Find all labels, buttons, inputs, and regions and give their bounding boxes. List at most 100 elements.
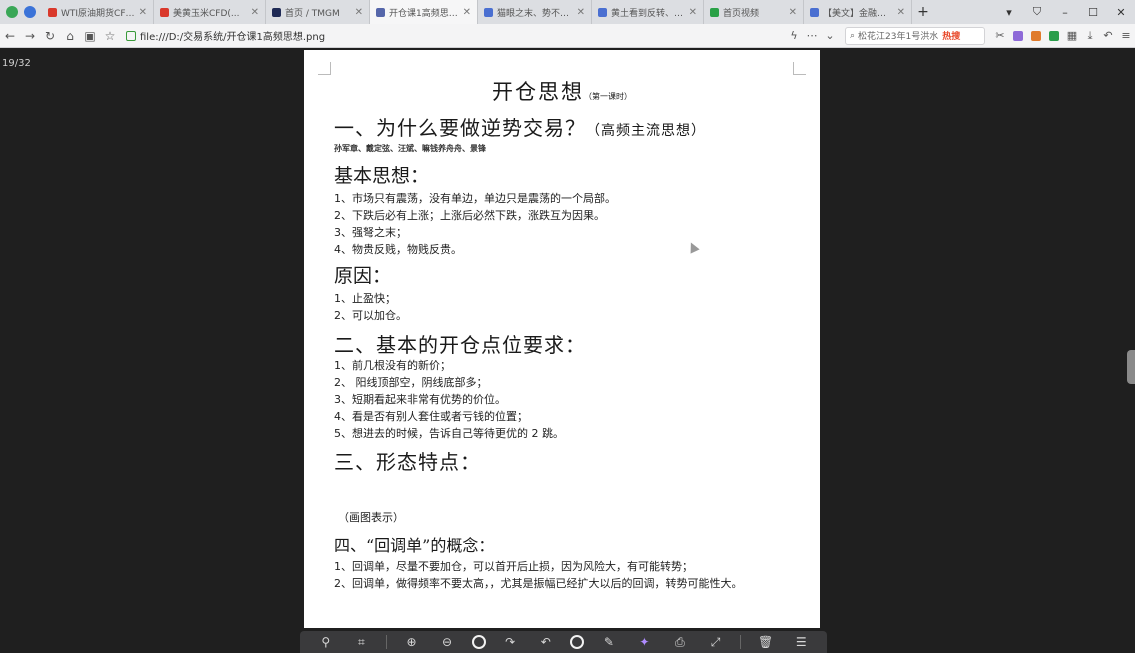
undo-icon[interactable]: ↶ [1099,29,1117,42]
browser-logo-icon[interactable] [6,6,18,18]
browser-tab[interactable]: 黄土看到反转、跳... ✕ [592,0,704,24]
list-item: 1、市场只有震荡，没有单边，单边只是震荡的一个局部。 [334,192,616,205]
file-icon [126,30,136,41]
dropdown-icon[interactable]: ⌄ [821,29,839,42]
tab-title: 【美文】金融期货... [823,8,893,19]
briefcase-icon[interactable]: ▣ [80,29,100,43]
requirements-list: 1、前几根没有的新价； 2、 阳线顶部空，阴线底部多； 3、短期看起来非常有优势的价… [334,357,796,442]
crop-mark [793,62,806,75]
tab-favicon-icon [48,7,57,17]
tab-close-icon[interactable]: ✕ [139,7,147,18]
tab-favicon-icon [598,7,607,17]
star-icon[interactable]: ☆ [100,29,120,43]
circle-tool-icon[interactable] [471,635,486,649]
circle-tool-icon[interactable] [570,635,585,649]
extension-icon[interactable] [1031,30,1041,41]
tab-favicon-icon [376,7,385,17]
tab-close-icon[interactable]: ✕ [577,7,585,18]
tab-strip: WTI原油期货CFD(...✕美黄玉米CFD(...✕首页 / TMGM✕开仓课… [0,0,1135,24]
zoom-out-icon[interactable]: ⊖ [436,635,458,649]
forward-icon[interactable]: → [20,29,40,43]
tab-title: 开仓课1高频思想.p... [389,8,459,19]
list-item: 4、物贵反贱，物贱反贵。 [334,243,462,256]
delete-icon[interactable]: 🗑 [755,635,777,649]
browser-tab[interactable]: 首页视频 ✕ [704,0,804,24]
tab-title: 美黄玉米CFD(... [173,8,240,19]
tab-list-icon[interactable]: ▾ [995,6,1023,19]
compass-icon[interactable] [24,6,36,18]
tab-favicon-icon [710,7,719,17]
section-heading-1: 一、为什么要做逆势交易？（高频主流思想） [334,116,706,140]
tab-favicon-icon [484,7,493,17]
basic-heading: 基本思想： [334,165,430,187]
tab-close-icon[interactable]: ✕ [251,7,259,18]
browser-tab[interactable]: 【美文】金融期货... ✕ [804,0,912,24]
hot-search-badge[interactable]: 热搜 [942,29,960,42]
list-item: 2、下跌后必有上涨；上涨后必然下跌，涨跌互为因果。 [334,209,605,222]
browser-tab[interactable]: WTI原油期货CFD(... ✕ [42,0,154,24]
home-icon[interactable]: ⌂ [60,29,80,43]
more-icon[interactable]: ⋯ [803,29,821,42]
browser-tab[interactable]: 开仓课1高频思想.p... ✕ [370,0,478,24]
fit-icon[interactable]: ⌗ [350,635,372,650]
edit-icon[interactable]: ✎ [598,635,620,649]
extension-icon[interactable] [1049,30,1059,41]
crop-mark [318,62,331,75]
close-icon[interactable]: ✕ [1107,6,1135,19]
document-title: 开仓思想（第一课时） [492,80,632,104]
print-icon[interactable]: ⎙ [669,635,691,650]
names-line: 孙军章、戴定弦、汪斌、嘛钱养舟舟、景锋 [334,144,486,153]
shield-icon[interactable]: ⛉ [1023,5,1051,19]
list-item: 1、回调单，尽量不要加仓，可以首开后止损，因为风险大，有可能转势； [334,560,693,573]
apps-grid-icon[interactable]: ▦ [1063,29,1081,42]
rotate-left-icon[interactable]: ↶ [535,635,557,649]
search-icon: ⌕ [850,30,856,41]
rotate-right-icon[interactable]: ↷ [499,635,521,649]
browser-tab[interactable]: 猫眼之末、势不能... ✕ [478,0,592,24]
reason-list: 1、止盈快； 2、可以加仓。 [334,290,796,324]
page-counter: 19/32 [2,58,31,69]
tab-favicon-icon [810,7,819,17]
url-field[interactable]: file:///D:/交易系统/开仓课1高频思想.png [126,28,726,43]
pullback-list: 1、回调单，尽量不要加仓，可以首开后止损，因为风险大，有可能转势； 2、回调单，做… [334,558,796,592]
reload-icon[interactable]: ↻ [40,29,60,43]
url-text: file:///D:/交易系统/开仓课1高频思想.png [140,32,326,43]
minimize-icon[interactable]: – [1051,6,1079,19]
browser-tab[interactable]: 首页 / TMGM ✕ [266,0,370,24]
list-item: 3、短期看起来非常有优势的价位。 [334,393,506,406]
tab-close-icon[interactable]: ✕ [689,7,697,18]
tab-title: 黄土看到反转、跳... [611,8,685,19]
tab-close-icon[interactable]: ✕ [463,7,471,18]
search-input[interactable]: ⌕ 松花江23年1号洪水 热搜 [845,26,985,45]
lightning-icon[interactable]: ϟ [785,29,803,42]
scissors-icon[interactable]: ✂ [991,29,1009,42]
toolbar-divider [740,635,742,649]
section-heading-3: 三、形态特点： [334,450,481,474]
zoom-in-icon[interactable]: ⊕ [400,635,422,649]
tab-close-icon[interactable]: ✕ [897,7,905,18]
menu-icon[interactable]: ≡ [1117,29,1135,42]
pin-icon[interactable]: ⚲ [315,635,337,649]
list-item: 5、想进去的时候，告诉自己等待更优的 2 跳。 [334,427,564,440]
browser-tab[interactable]: 美黄玉米CFD(... ✕ [154,0,266,24]
back-icon[interactable]: ← [0,29,20,43]
search-placeholder: 松花江23年1号洪水 [858,32,939,42]
list-item: 2、 阳线顶部空，阴线底部多； [334,376,488,389]
new-tab-button[interactable]: + [912,4,934,20]
tab-title: 首页视频 [723,8,760,19]
tab-close-icon[interactable]: ✕ [789,7,797,18]
side-panel-handle[interactable] [1127,350,1135,384]
extension-icon[interactable] [1013,30,1023,41]
image-viewer-toolbar: ⚲ ⌗ ⊕ ⊖ ↷ ↶ ✎ ✦ ⎙ ⤢ 🗑 ☰ [300,631,827,653]
tab-close-icon[interactable]: ✕ [355,7,363,18]
section-heading-2: 二、基本的开仓点位要求： [334,333,586,357]
section-subheading: （高频主流思想） [586,123,706,139]
reason-heading: 原因： [334,265,392,287]
ai-icon[interactable]: ✦ [633,635,655,649]
more-menu-icon[interactable]: ☰ [790,635,812,649]
download-icon[interactable]: ⤓ [1081,29,1099,43]
fullscreen-icon[interactable]: ⤢ [705,635,727,650]
maximize-icon[interactable]: ☐ [1079,6,1107,19]
section-heading-4: 四、“回调单”的概念： [334,536,495,555]
window-controls: ▾ ⛉ – ☐ ✕ [995,0,1135,24]
